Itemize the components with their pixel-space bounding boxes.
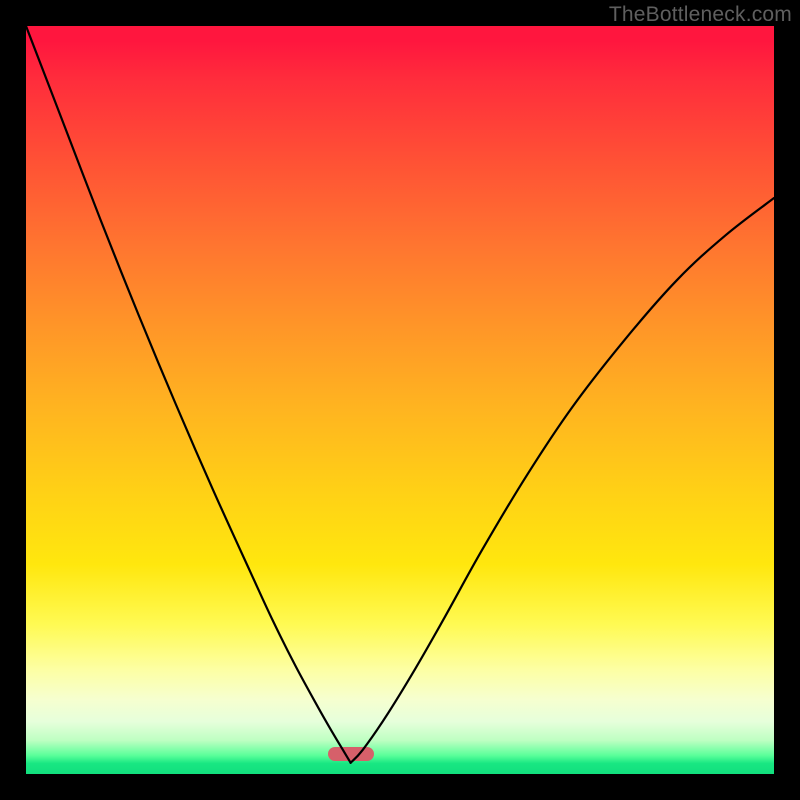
chart-frame: TheBottleneck.com: [0, 0, 800, 800]
watermark-text: TheBottleneck.com: [609, 3, 792, 27]
plot-area: [26, 26, 774, 774]
curve-layer: [26, 26, 774, 774]
curve-left-branch: [26, 26, 351, 763]
curve-right-branch: [351, 198, 774, 763]
